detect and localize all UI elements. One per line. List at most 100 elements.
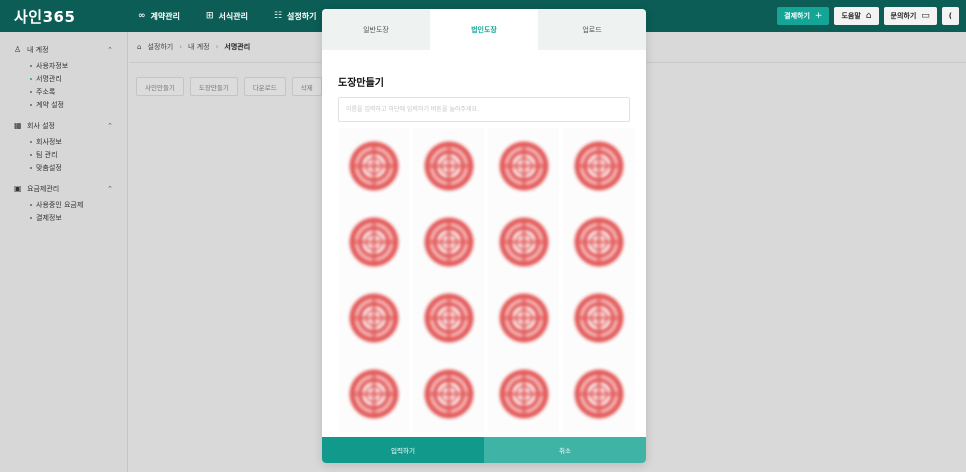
- corporate-seal-icon: [347, 140, 400, 192]
- tab-upload[interactable]: 업로드: [538, 9, 646, 50]
- bullet-icon: [30, 140, 32, 143]
- sidebar: ♙ 내 계정 ⌃ 사용자정보 서명관리 주소록 계약 설정 ▦ 회사 설정 ⌃ …: [0, 32, 128, 472]
- payment-label: 결제하기: [784, 12, 810, 20]
- stamp-option[interactable]: [563, 128, 634, 204]
- chat-icon: ▭: [921, 11, 930, 21]
- chevron-up-icon[interactable]: ⌃: [107, 185, 113, 193]
- bullet-icon: [30, 216, 32, 219]
- stamp-option[interactable]: [413, 128, 484, 204]
- stamp-option[interactable]: [563, 204, 634, 280]
- stamp-option[interactable]: [338, 356, 409, 432]
- bullet-icon: [30, 90, 32, 93]
- breadcrumb-item[interactable]: 설정하기: [147, 42, 173, 52]
- sidebar-item-payment-info[interactable]: 결제정보: [0, 211, 127, 224]
- home-icon[interactable]: ⌂: [137, 43, 141, 51]
- stamp-name-input[interactable]: [338, 97, 630, 122]
- chevron-right-icon: ›: [179, 43, 183, 51]
- sidebar-item-label: 팀 관리: [36, 150, 58, 159]
- bullet-icon: [30, 203, 32, 206]
- sidebar-group-header[interactable]: ▣ 요금제관리 ⌃: [0, 183, 127, 194]
- sidebar-item-label: 결제정보: [36, 213, 62, 222]
- graduation-cap-icon: ⌂: [865, 11, 872, 21]
- user-icon: ♙: [14, 45, 22, 54]
- template-icon: ⊞: [205, 11, 214, 21]
- bullet-icon: [30, 64, 32, 67]
- create-signature-button[interactable]: 사인만들기: [136, 77, 184, 96]
- help-button[interactable]: 도움말 ⌂: [834, 7, 879, 25]
- stamp-option[interactable]: [413, 280, 484, 356]
- sidebar-group-header[interactable]: ▦ 회사 설정 ⌃: [0, 120, 127, 131]
- sidebar-item-label: 서명관리: [36, 74, 62, 83]
- sidebar-item-team-management[interactable]: 팀 관리: [0, 148, 127, 161]
- stamp-option[interactable]: [563, 356, 634, 432]
- building-icon: ▦: [14, 121, 22, 130]
- corporate-seal-icon: [422, 216, 475, 268]
- app-logo[interactable]: 사인365: [14, 6, 138, 27]
- topbar-actions: 결제하기 + 도움말 ⌂ 문의하기 ▭ (: [750, 0, 966, 32]
- create-stamp-button[interactable]: 도장만들기: [189, 77, 238, 96]
- corporate-seal-icon: [422, 368, 475, 420]
- stamp-option[interactable]: [488, 280, 559, 356]
- stamp-option[interactable]: [488, 128, 559, 204]
- sidebar-group-title: 회사 설정: [27, 121, 55, 130]
- chevron-up-icon[interactable]: ⌃: [107, 46, 113, 54]
- receipt-icon: ▣: [14, 184, 22, 193]
- sidebar-item-label: 주소록: [36, 87, 56, 96]
- inquiry-button[interactable]: 문의하기 ▭: [883, 7, 937, 25]
- corporate-seal-icon: [497, 368, 550, 420]
- sidebar-item-customization[interactable]: 맞춤설정: [0, 161, 127, 174]
- nav-contract-management[interactable]: ∞ 계약관리: [138, 11, 180, 22]
- stamp-create-modal: 일반도장 법인도장 업로드 도장만들기 입력하기 취소: [322, 9, 646, 463]
- nav-settings[interactable]: ☷ 설정하기: [274, 11, 317, 22]
- sidebar-item-user-info[interactable]: 사용자정보: [0, 59, 127, 72]
- sidebar-group-company-settings: ▦ 회사 설정 ⌃ 회사정보 팀 관리 맞춤설정: [0, 120, 127, 174]
- more-button[interactable]: (: [941, 7, 959, 25]
- sidebar-item-label: 맞춤설정: [36, 163, 62, 172]
- sidebar-group-header[interactable]: ♙ 내 계정 ⌃: [0, 44, 127, 55]
- nav-template-management[interactable]: ⊞ 서식관리: [206, 11, 248, 22]
- nav-label: 서식관리: [218, 11, 248, 21]
- sidebar-item-company-info[interactable]: 회사정보: [0, 135, 127, 148]
- stamp-option[interactable]: [338, 280, 409, 356]
- sidebar-group-my-account: ♙ 내 계정 ⌃ 사용자정보 서명관리 주소록 계약 설정: [0, 44, 127, 111]
- stamp-option[interactable]: [413, 356, 484, 432]
- download-button[interactable]: 다운로드: [243, 77, 286, 96]
- stamp-option[interactable]: [488, 356, 559, 432]
- nav-label: 계약관리: [150, 11, 180, 21]
- corporate-seal-icon: [497, 216, 550, 268]
- sidebar-group-plan-management: ▣ 요금제관리 ⌃ 사용중인 요금제 결제정보: [0, 183, 127, 224]
- tab-corporate-stamp[interactable]: 법인도장: [430, 9, 538, 50]
- chevron-right-icon: ›: [215, 43, 219, 51]
- corporate-seal-icon: [572, 216, 625, 268]
- modal-title: 도장만들기: [338, 78, 384, 89]
- sidebar-item-signature-management[interactable]: 서명관리: [0, 72, 127, 85]
- sidebar-item-label: 사용중인 요금제: [36, 200, 84, 209]
- sidebar-item-label: 사용자정보: [36, 61, 69, 70]
- delete-button[interactable]: 삭제: [291, 77, 322, 96]
- payment-button[interactable]: 결제하기 +: [777, 7, 830, 25]
- more-label: (: [948, 12, 952, 20]
- tab-general-stamp[interactable]: 일반도장: [322, 9, 430, 50]
- bullet-icon: [30, 77, 32, 80]
- chevron-up-icon[interactable]: ⌃: [107, 122, 113, 130]
- stamp-option[interactable]: [488, 204, 559, 280]
- stamp-option[interactable]: [338, 128, 409, 204]
- breadcrumb-item[interactable]: 내 계정: [188, 42, 210, 52]
- breadcrumb-current: 서명관리: [224, 43, 251, 51]
- sidebar-item-contract-settings[interactable]: 계약 설정: [0, 98, 127, 111]
- submit-button[interactable]: 입력하기: [322, 437, 484, 463]
- corporate-seal-icon: [422, 140, 475, 192]
- sidebar-item-current-plan[interactable]: 사용중인 요금제: [0, 198, 127, 211]
- stamp-option[interactable]: [338, 204, 409, 280]
- cancel-button[interactable]: 취소: [484, 437, 646, 463]
- stamp-option[interactable]: [563, 280, 634, 356]
- help-label: 도움말: [841, 12, 861, 20]
- sidebar-item-address-book[interactable]: 주소록: [0, 85, 127, 98]
- sidebar-item-label: 계약 설정: [36, 100, 64, 109]
- stamp-option[interactable]: [413, 204, 484, 280]
- corporate-seal-icon: [347, 216, 400, 268]
- modal-footer: 입력하기 취소: [322, 437, 646, 463]
- corporate-seal-icon: [572, 292, 625, 344]
- stamp-tabs: 일반도장 법인도장 업로드: [322, 9, 646, 50]
- corporate-seal-icon: [497, 140, 550, 192]
